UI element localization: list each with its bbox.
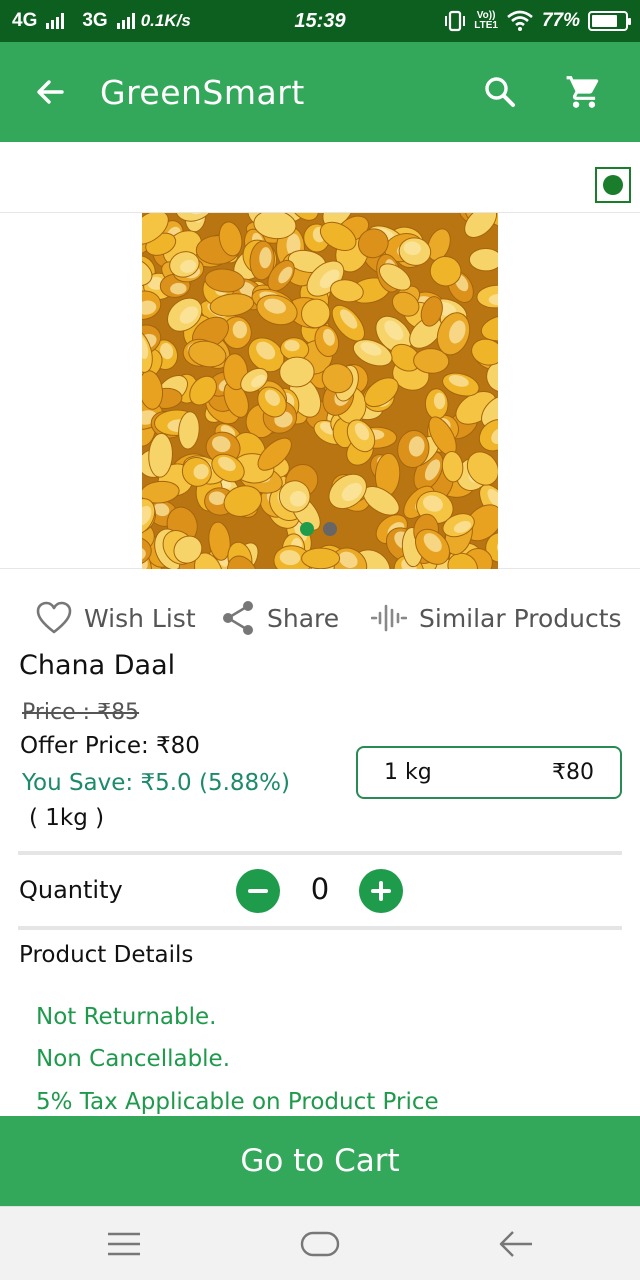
product-gallery[interactable] [0,212,640,569]
volte-indicator: Vo)) LTE1 [474,11,498,31]
cart-button[interactable] [542,42,626,142]
share-label: Share [267,603,340,633]
home-icon [300,1231,340,1257]
variant-price: ₹80 [552,760,594,785]
gallery-dot[interactable] [323,522,337,536]
app-title: GreenSmart [100,72,305,112]
battery-fill [592,15,617,27]
product-image[interactable] [142,213,498,569]
detail-line: 5% Tax Applicable on Product Price [36,1089,439,1115]
shopping-cart-icon [566,76,599,108]
offer-price: Offer Price: ₹80 [20,733,200,759]
menu-icon [108,1232,140,1256]
menu-nav-button[interactable] [84,1207,164,1280]
wifi-icon [507,10,533,31]
vibrate-icon [445,10,466,32]
status-bar: 4G 3G 0.1K/s 15:39 Vo)) LTE1 77% [0,0,640,42]
quantity-label: Quantity [19,876,123,904]
lte-label: LTE1 [474,20,498,31]
home-nav-button[interactable] [280,1207,360,1280]
pack-size: ( 1kg ) [29,805,105,831]
quantity-value: 0 [310,872,330,906]
wishlist-button[interactable]: Wish List [36,594,196,642]
app-actions [458,42,640,142]
search-icon [485,77,515,107]
action-row: Wish List Share Similar Products [0,594,640,642]
system-nav-bar [0,1206,640,1280]
back-nav-button[interactable] [476,1207,556,1280]
gallery-pager [300,522,337,536]
network-speed: 0.1K/s [140,11,191,30]
go-to-cart-button[interactable]: Go to Cart [0,1116,640,1206]
status-left: 4G 3G 0.1K/s [12,10,191,32]
back-icon [499,1231,532,1257]
veg-indicator-icon [595,167,631,203]
battery-percent: 77% [541,10,580,31]
divider [18,851,622,855]
arrow-left-icon [37,80,64,104]
signal-icon [116,13,135,29]
decrease-quantity-button[interactable] [236,869,280,913]
app-bar: GreenSmart [0,42,640,142]
divider [18,926,622,930]
mrp-price: Price : ₹85 [22,700,140,725]
network-type-1: 4G [12,10,38,31]
plus-icon [371,881,391,901]
minus-icon [248,889,268,893]
heart-icon [36,601,72,634]
you-save: You Save: ₹5.0 (5.88%) [22,770,291,796]
veg-dot [603,175,623,195]
battery-icon [588,11,631,31]
wishlist-label: Wish List [84,603,196,633]
signal-icon [46,13,65,29]
similar-products-button[interactable]: Similar Products [371,594,622,642]
network-type-2: 3G [82,10,108,31]
variant-selector[interactable]: 1 kg ₹80 [356,746,622,799]
detail-line: Not Returnable. [36,1004,217,1030]
share-icon [223,601,253,635]
lentils-photo [142,213,498,569]
share-button[interactable]: Share [221,594,339,642]
product-details-title: Product Details [19,942,194,968]
similar-products-label: Similar Products [419,603,622,633]
product-name: Chana Daal [19,650,176,681]
back-button[interactable] [0,42,100,142]
variant-weight: 1 kg [384,760,432,785]
status-right: Vo)) LTE1 77% [444,10,631,32]
gallery-dot[interactable] [300,522,314,536]
increase-quantity-button[interactable] [359,869,403,913]
detail-line: Non Cancellable. [36,1046,231,1072]
sound-wave-icon [371,604,407,632]
search-button[interactable] [458,42,542,142]
